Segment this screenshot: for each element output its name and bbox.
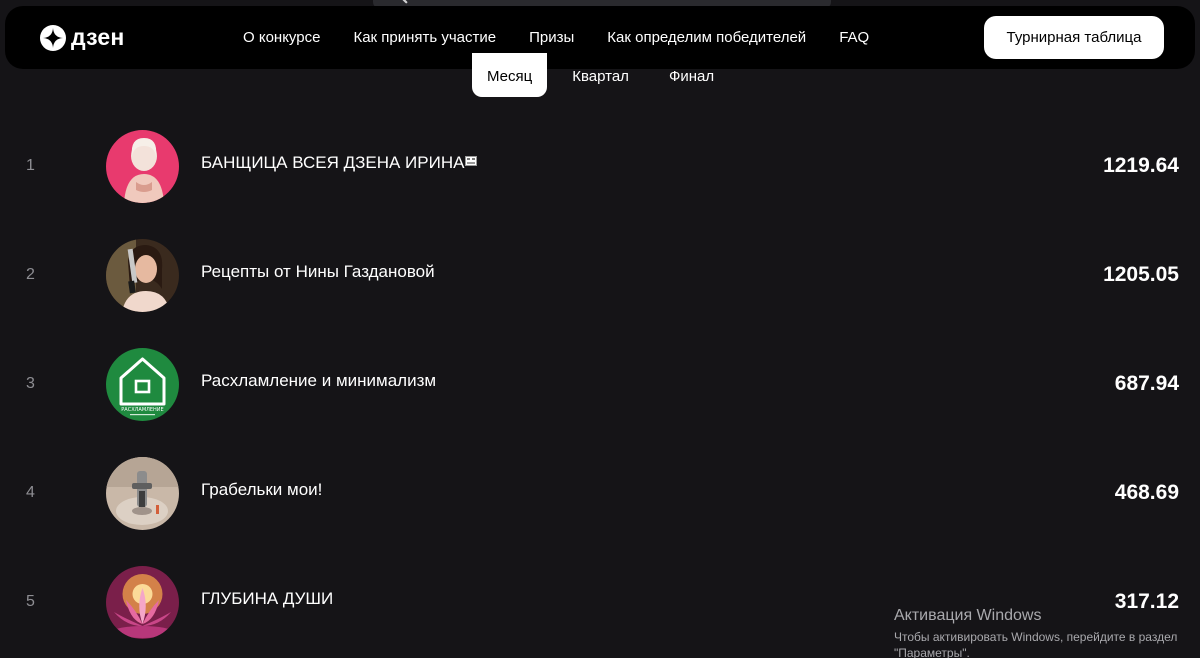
rank-number: 4	[26, 484, 35, 501]
nav-about-contest[interactable]: О конкурсе	[243, 29, 320, 47]
tab-final[interactable]: Финал	[654, 53, 729, 97]
rank-number: 1	[26, 157, 35, 174]
channel-avatar[interactable]	[106, 566, 179, 639]
period-tabs: Месяц Квартал Финал	[472, 53, 729, 97]
tournament-table-button[interactable]: Турнирная таблица	[984, 16, 1164, 59]
ranking-row[interactable]: 1 БАНЩИЦА ВСЕЯ ДЗЕНА ИРИНА 1219.64	[0, 130, 1200, 204]
ranking-row[interactable]: 3 РАСХЛАМЛЕНИЕ Расхламление и минимализм…	[0, 348, 1200, 422]
ranking-row[interactable]: 4 Грабельки мои! 468.69	[0, 457, 1200, 531]
rank-number: 5	[26, 593, 35, 610]
channel-avatar[interactable]: РАСХЛАМЛЕНИЕ	[106, 348, 179, 421]
channel-avatar[interactable]	[106, 239, 179, 312]
pink-portrait-image	[106, 130, 179, 203]
rank-number: 2	[26, 266, 35, 283]
emoji-placeholder-icon	[465, 156, 478, 166]
woman-with-knife-image	[106, 239, 179, 312]
channel-name-text: БАНЩИЦА ВСЕЯ ДЗЕНА ИРИНА	[201, 153, 465, 172]
search-input[interactable]	[417, 0, 801, 2]
search-icon	[402, 0, 408, 4]
rank-number: 3	[26, 375, 35, 392]
watermark-text: Чтобы активировать Windows, перейдите в …	[894, 630, 1178, 658]
nav-prizes[interactable]: Призы	[529, 29, 574, 47]
channel-name[interactable]: ГЛУБИНА ДУШИ	[201, 589, 333, 609]
channel-name[interactable]: Расхламление и минимализм	[201, 371, 436, 391]
dzen-logo[interactable]: дзен	[40, 24, 125, 51]
nav-how-winners-determined[interactable]: Как определим победителей	[607, 29, 806, 47]
tab-quarter[interactable]: Квартал	[557, 53, 644, 97]
logo-text: дзен	[71, 24, 125, 50]
dzen-logo-icon	[40, 24, 66, 51]
channel-name[interactable]: БАНЩИЦА ВСЕЯ ДЗЕНА ИРИНА	[201, 153, 478, 173]
channel-score: 468.69	[1114, 481, 1179, 504]
pink-lotus-image	[106, 566, 179, 639]
tab-month[interactable]: Месяц	[472, 53, 548, 97]
main-nav: О конкурсе Как принять участие Призы Как…	[243, 29, 869, 47]
nav-how-to-participate[interactable]: Как принять участие	[353, 29, 496, 47]
channel-name[interactable]: Грабельки мои!	[201, 480, 322, 500]
channel-score: 1205.05	[1103, 263, 1179, 286]
green-house-logo-image: РАСХЛАМЛЕНИЕ	[106, 348, 179, 421]
channel-avatar[interactable]	[106, 457, 179, 530]
channel-score: 687.94	[1114, 372, 1179, 395]
ranking-row[interactable]: 2 Рецепты от Нины Газдановой 1205.05	[0, 239, 1200, 313]
channel-name[interactable]: Рецепты от Нины Газдановой	[201, 262, 435, 282]
channel-avatar[interactable]	[106, 130, 179, 203]
windows-activation-watermark: Активация Windows Чтобы активировать Win…	[894, 606, 1194, 658]
sink-photo-image	[106, 457, 179, 530]
nav-faq[interactable]: FAQ	[839, 29, 869, 47]
house-logo-caption: РАСХЛАМЛЕНИЕ	[121, 407, 163, 413]
page: дзен О конкурсе Как принять участие Приз…	[0, 0, 1200, 658]
channel-score: 1219.64	[1103, 154, 1179, 177]
watermark-title: Активация Windows	[894, 607, 1042, 624]
